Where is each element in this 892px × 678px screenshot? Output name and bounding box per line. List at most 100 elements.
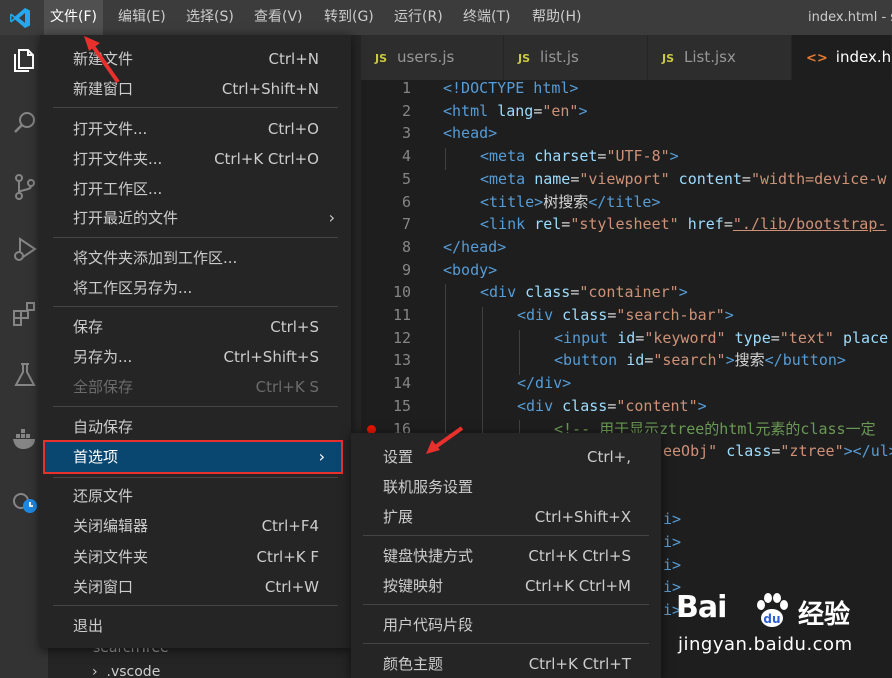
- html-file-icon: <>: [806, 51, 828, 66]
- line-number: 3: [401, 124, 411, 143]
- menu-revert-file[interactable]: 还原文件: [40, 481, 351, 511]
- menu-preferences[interactable]: 首选项 ›: [43, 440, 343, 474]
- docker-icon[interactable]: [11, 425, 39, 453]
- tree-item-vscode[interactable]: › .vscode: [92, 664, 160, 678]
- line-number: 11: [392, 306, 411, 324]
- preferences-submenu: 设置 Ctrl+, 联机服务设置 扩展 Ctrl+Shift+X 键盘快捷方式 Ctr…: [351, 433, 661, 678]
- annotation-arrow-icon: [84, 36, 120, 84]
- line-number: 4: [401, 147, 411, 166]
- watermark-url: jingyan.baidu.com: [678, 634, 853, 655]
- menu-open-file[interactable]: 打开文件... Ctrl+O: [40, 114, 351, 144]
- code-line: <body>: [443, 260, 498, 279]
- code-line: <input id="keyword" type="text" place: [554, 328, 889, 347]
- line-number: 8: [401, 237, 411, 256]
- code-line: <div class="content">: [517, 396, 707, 415]
- line-number: 9: [401, 260, 411, 279]
- code-line: </head>: [443, 237, 507, 256]
- line-number: 2: [401, 101, 411, 120]
- menu-close-editor[interactable]: 关闭编辑器 Ctrl+F4: [40, 511, 351, 541]
- menu-settings[interactable]: 设置 Ctrl+,: [351, 442, 661, 472]
- test-flask-icon[interactable]: [11, 361, 39, 389]
- code-line: <!DOCTYPE html>: [443, 79, 579, 97]
- line-number: 1: [401, 79, 411, 97]
- menu-open-workspace[interactable]: 打开工作区...: [40, 174, 351, 204]
- source-control-icon[interactable]: [11, 173, 39, 201]
- line-number: 10: [392, 283, 411, 302]
- menu-color-theme[interactable]: 颜色主题 Ctrl+K Ctrl+T: [351, 649, 661, 678]
- menu-extensions[interactable]: 扩展 Ctrl+Shift+X: [351, 502, 661, 532]
- editor-tabs: JS users.js JS list.js JS List.jsx <> index.…: [361, 35, 892, 80]
- menu-separator: [53, 605, 338, 606]
- menu-help[interactable]: 帮助(H): [526, 0, 587, 35]
- menu-view[interactable]: 查看(V): [248, 0, 309, 35]
- tab-label: users.js: [397, 48, 455, 66]
- menu-file[interactable]: 文件(F): [44, 0, 103, 35]
- watermark-jingyan: 经验: [798, 600, 851, 630]
- tab-users-js[interactable]: JS users.js: [361, 35, 504, 80]
- tab-list-js[interactable]: JS list.js: [504, 35, 648, 80]
- extensions-icon[interactable]: [11, 299, 39, 327]
- menu-separator: [363, 643, 649, 644]
- js-file-icon: JS: [662, 52, 675, 65]
- line-number: 14: [392, 374, 411, 393]
- menu-run[interactable]: 运行(R): [388, 0, 449, 35]
- line-number: 6: [401, 192, 411, 211]
- line-number: 7: [401, 215, 411, 234]
- code-line: <meta name="viewport" content="width=dev…: [480, 169, 887, 188]
- menu-exit[interactable]: 退出: [40, 611, 351, 641]
- menu-close-window[interactable]: 关闭窗口 Ctrl+W: [40, 572, 351, 602]
- code-line: i>: [663, 510, 682, 529]
- run-debug-icon[interactable]: [11, 235, 39, 263]
- chevron-right-icon: ›: [328, 208, 335, 227]
- menu-keymaps[interactable]: 按键映射 Ctrl+K Ctrl+M: [351, 571, 661, 601]
- menu-separator: [53, 306, 338, 307]
- tab-label: list.js: [540, 48, 579, 66]
- menu-save[interactable]: 保存 Ctrl+S: [40, 312, 351, 342]
- menu-open-folder[interactable]: 打开文件夹... Ctrl+K Ctrl+O: [40, 144, 351, 174]
- file-menu: 新建文件 Ctrl+N 新建窗口 Ctrl+Shift+N 打开文件... Ctrl+…: [40, 35, 351, 648]
- menu-add-folder-to-workspace[interactable]: 将文件夹添加到工作区...: [40, 243, 351, 273]
- menu-close-folder[interactable]: 关闭文件夹 Ctrl+K F: [40, 542, 351, 572]
- chevron-right-icon: ›: [318, 447, 325, 466]
- title-bar: 文件(F) 编辑(E) 选择(S) 查看(V) 转到(G) 运行(R) 终端(T…: [0, 0, 892, 35]
- tree-item-label: .vscode: [106, 664, 161, 678]
- chevron-right-icon: ›: [92, 664, 98, 678]
- watermark-brand: Bai: [676, 590, 727, 625]
- menu-selection[interactable]: 选择(S): [180, 0, 240, 35]
- indent-guide: [519, 330, 520, 375]
- line-number: 15: [392, 396, 411, 415]
- tab-label: index.htm: [835, 48, 892, 66]
- tab-list-jsx[interactable]: JS List.jsx: [648, 35, 792, 80]
- tab-index-html[interactable]: <> index.htm: [792, 35, 892, 80]
- menu-separator: [363, 535, 649, 536]
- explorer-icon[interactable]: [11, 47, 39, 75]
- menu-user-snippets[interactable]: 用户代码片段: [351, 610, 661, 640]
- menu-keyboard-shortcuts[interactable]: 键盘快捷方式 Ctrl+K Ctrl+S: [351, 541, 661, 571]
- indent-guide: [445, 148, 446, 170]
- menu-online-services-settings[interactable]: 联机服务设置: [351, 472, 661, 502]
- code-line: <title>树搜索</title>: [480, 192, 661, 211]
- search-icon[interactable]: [11, 109, 39, 137]
- menu-edit[interactable]: 编辑(E): [112, 0, 172, 35]
- menu-auto-save[interactable]: 自动保存: [40, 412, 351, 442]
- menu-save-workspace-as[interactable]: 将工作区另存为...: [40, 273, 351, 303]
- menu-go[interactable]: 转到(G): [318, 0, 380, 35]
- menu-open-recent[interactable]: 打开最近的文件 ›: [40, 203, 351, 233]
- vscode-window: 文件(F) 编辑(E) 选择(S) 查看(V) 转到(G) 运行(R) 终端(T…: [0, 0, 892, 678]
- menu-separator: [53, 477, 338, 478]
- remote-clock-icon[interactable]: [11, 487, 39, 515]
- code-line: <html lang="en">: [443, 101, 588, 120]
- menu-separator: [53, 107, 338, 108]
- menu-separator: [363, 604, 649, 605]
- menu-save-as[interactable]: 另存为... Ctrl+Shift+S: [40, 342, 351, 372]
- baidu-paw-icon: du: [757, 593, 788, 627]
- code-line: <button id="search">搜索</button>: [554, 351, 846, 370]
- menu-save-all: 全部保存 Ctrl+K S: [73, 378, 319, 396]
- code-line: </div>: [517, 374, 572, 393]
- line-number: 13: [392, 351, 411, 370]
- svg-text:du: du: [763, 612, 780, 626]
- code-line: <div class="container">: [480, 283, 688, 302]
- menu-terminal[interactable]: 终端(T): [457, 0, 516, 35]
- tab-label: List.jsx: [684, 48, 736, 66]
- code-line: <div class="search-bar">: [517, 306, 734, 324]
